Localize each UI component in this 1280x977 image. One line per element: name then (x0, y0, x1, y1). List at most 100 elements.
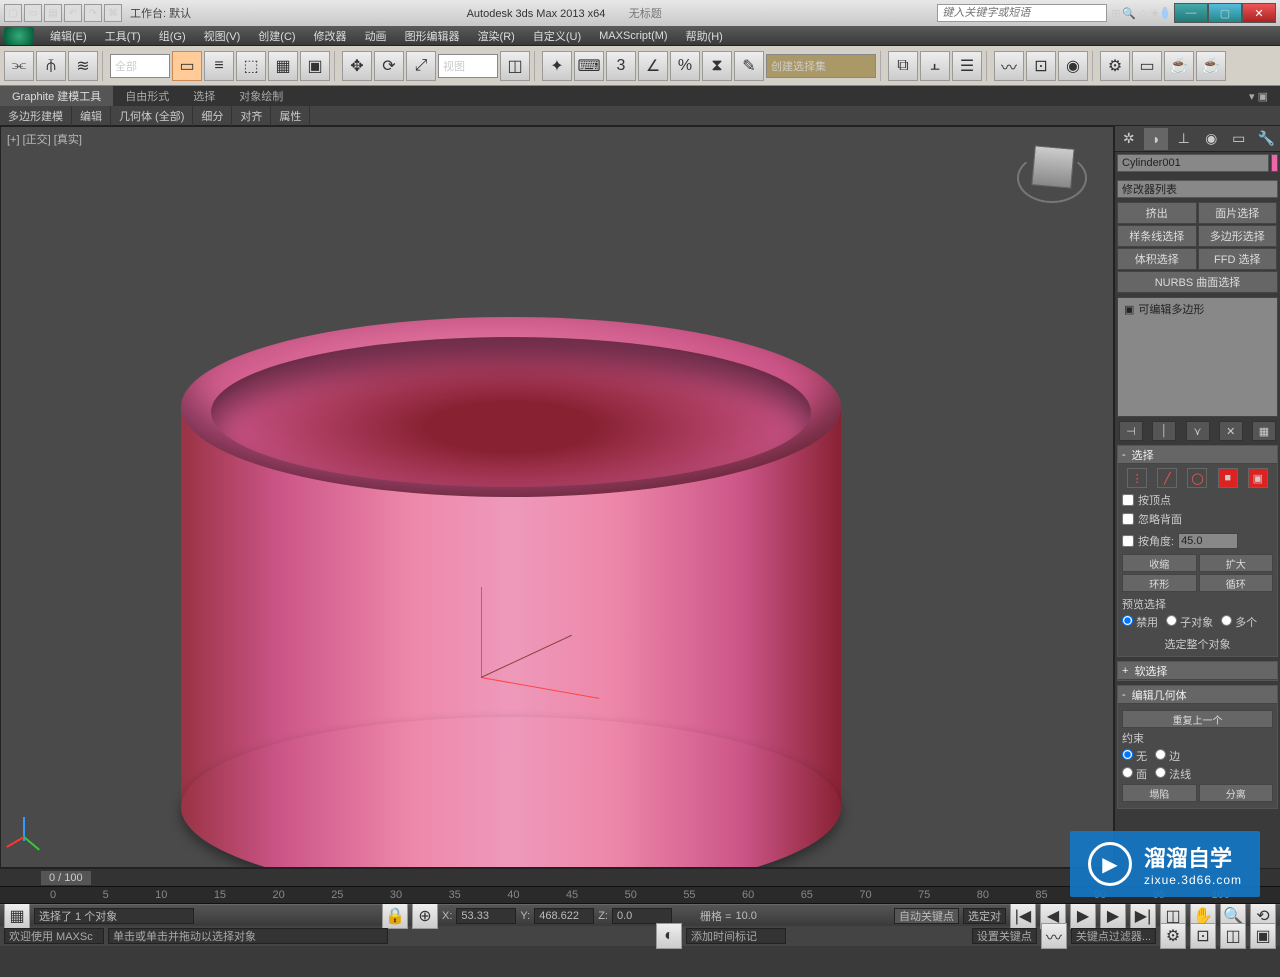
shrink-button[interactable]: 收缩 (1122, 554, 1197, 572)
preview-multi-radio[interactable]: 多个 (1221, 614, 1257, 630)
repeat-last-button[interactable]: 重复上一个 (1122, 710, 1273, 728)
snap-3d-icon[interactable]: 3 (606, 51, 636, 81)
goto-end-icon[interactable]: ▶| (1130, 903, 1156, 929)
edit-named-sel-icon[interactable]: ✎ (734, 51, 764, 81)
maximize-button[interactable]: ▢ (1208, 3, 1242, 23)
set-key-button[interactable]: 设置关键点 (972, 928, 1037, 944)
menu-tools[interactable]: 工具(T) (97, 26, 149, 46)
by-angle-checkbox[interactable]: 按角度: (1122, 533, 1174, 549)
render-prod-icon[interactable]: ☕ (1196, 51, 1226, 81)
viewport-label[interactable]: [+] [正交] [真实] (7, 131, 82, 147)
menu-views[interactable]: 视图(V) (196, 26, 249, 46)
maxscript-mini[interactable]: 欢迎使用 MAXSc (4, 928, 104, 944)
redo-icon[interactable]: ↷ (84, 4, 102, 22)
ref-coord-dropdown[interactable]: 视图 (438, 54, 498, 78)
select-paint-icon[interactable]: ▣ (300, 51, 330, 81)
by-vertex-checkbox[interactable]: 按顶点 (1122, 492, 1273, 508)
unique-icon[interactable]: ⋎ (1186, 421, 1210, 441)
close-button[interactable]: ✕ (1242, 3, 1276, 23)
show-end-icon[interactable]: │ (1152, 421, 1176, 441)
constraint-edge-radio[interactable]: 边 (1155, 748, 1180, 764)
btn-spline-sel[interactable]: 样条线选择 (1117, 225, 1197, 247)
goto-start-icon[interactable]: |◀ (1010, 903, 1036, 929)
x-coord[interactable]: 53.33 (456, 908, 516, 924)
btn-nurbs-sel[interactable]: NURBS 曲面选择 (1117, 271, 1278, 293)
tab-freeform[interactable]: 自由形式 (113, 86, 181, 106)
panel-edit[interactable]: 编辑 (72, 106, 111, 126)
unlink-icon[interactable]: ⫚ (36, 51, 66, 81)
play-icon[interactable]: ▶ (1070, 903, 1096, 929)
manipulate-icon[interactable]: ✦ (542, 51, 572, 81)
spinner-snap-icon[interactable]: ⧗ (702, 51, 732, 81)
btn-face-sel[interactable]: 面片选择 (1198, 202, 1278, 224)
btn-vol-sel[interactable]: 体积选择 (1117, 248, 1197, 270)
keyboard-shortcut-icon[interactable]: ⌨ (574, 51, 604, 81)
autokey-button[interactable]: 自动关键点 (894, 908, 959, 924)
panel-props[interactable]: 属性 (271, 106, 310, 126)
grow-button[interactable]: 扩大 (1199, 554, 1274, 572)
new-icon[interactable]: ▢ (4, 4, 22, 22)
named-selection-dropdown[interactable]: 创建选择集 (766, 54, 876, 78)
tab-paint[interactable]: 对象绘制 (227, 86, 295, 106)
snap-angle-icon[interactable]: ∠ (638, 51, 668, 81)
loop-button[interactable]: 循环 (1199, 574, 1274, 592)
pivot-icon[interactable]: ◫ (500, 51, 530, 81)
tab-selection[interactable]: 选择 (181, 86, 227, 106)
help-search-input[interactable] (937, 4, 1107, 22)
lock-icon[interactable]: ▦ (4, 903, 30, 929)
cylinder-object[interactable] (181, 317, 841, 868)
select-object-icon[interactable]: ▭ (172, 51, 202, 81)
panel-poly[interactable]: 多边形建模 (0, 106, 72, 126)
key-filters-button[interactable]: 关键点过滤器... (1071, 928, 1156, 944)
schematic-icon[interactable]: ⊡ (1026, 51, 1056, 81)
menu-edit[interactable]: 编辑(E) (42, 26, 95, 46)
help-icon[interactable]: ? (1162, 7, 1168, 19)
star-icon[interactable]: ☆ (1138, 7, 1148, 20)
element-subobj-icon[interactable]: ▣ (1248, 468, 1268, 488)
search-icon[interactable]: 🔍 (1122, 7, 1136, 20)
key-filter-icon[interactable]: 〰 (1041, 923, 1067, 949)
btn-poly-sel[interactable]: 多边形选择 (1198, 225, 1278, 247)
layers-icon[interactable]: ☰ (952, 51, 982, 81)
menu-animation[interactable]: 动画 (357, 26, 395, 46)
menu-group[interactable]: 组(G) (151, 26, 194, 46)
mirror-icon[interactable]: ⧉ (888, 51, 918, 81)
btn-ffd-sel[interactable]: FFD 选择 (1198, 248, 1278, 270)
pin-stack-icon[interactable]: ⊣ (1119, 421, 1143, 441)
select-rect-icon[interactable]: ⬚ (236, 51, 266, 81)
motion-tab-icon[interactable]: ◉ (1199, 128, 1223, 150)
link-icon[interactable]: ⫘ (4, 51, 34, 81)
detach-button[interactable]: 分离 (1199, 784, 1274, 802)
hierarchy-tab-icon[interactable]: ⊥ (1172, 128, 1196, 150)
workspace-label[interactable]: 工作台: 默认 (130, 5, 191, 21)
collapse-button[interactable]: 塌陷 (1122, 784, 1197, 802)
link-icon[interactable]: ⌘ (104, 4, 122, 22)
move-icon[interactable]: ✥ (342, 51, 372, 81)
constraint-none-radio[interactable]: 无 (1122, 748, 1147, 764)
border-subobj-icon[interactable]: ◯ (1187, 468, 1207, 488)
preview-subobj-radio[interactable]: 子对象 (1166, 614, 1213, 630)
remove-mod-icon[interactable]: ✕ (1219, 421, 1243, 441)
time-config-icon[interactable]: ⚙ (1160, 923, 1186, 949)
z-coord[interactable]: 0.0 (612, 908, 672, 924)
render-icon[interactable]: ☕ (1164, 51, 1194, 81)
y-coord[interactable]: 468.622 (534, 908, 594, 924)
preview-off-radio[interactable]: 禁用 (1122, 614, 1158, 630)
lock-selection-icon[interactable]: 🔒 (382, 903, 408, 929)
align-icon[interactable]: ⫠ (920, 51, 950, 81)
viewport[interactable]: [+] [正交] [真实] (0, 126, 1114, 868)
fov-icon[interactable]: ◫ (1220, 923, 1246, 949)
angle-spinner[interactable]: 45.0 (1178, 533, 1238, 549)
ring-button[interactable]: 环形 (1122, 574, 1197, 592)
constraint-face-radio[interactable]: 面 (1122, 766, 1147, 782)
time-slider-value[interactable]: 0 / 100 (40, 870, 92, 886)
vertex-subobj-icon[interactable]: ⋮ (1127, 468, 1147, 488)
constraint-normal-radio[interactable]: 法线 (1155, 766, 1191, 782)
display-tab-icon[interactable]: ▭ (1227, 128, 1251, 150)
menu-modifiers[interactable]: 修改器 (306, 26, 355, 46)
material-editor-icon[interactable]: ◉ (1058, 51, 1088, 81)
undo-icon[interactable]: ↶ (64, 4, 82, 22)
minimize-button[interactable]: — (1174, 3, 1208, 23)
object-name-input[interactable] (1117, 154, 1269, 172)
tab-graphite[interactable]: Graphite 建模工具 (0, 86, 113, 106)
